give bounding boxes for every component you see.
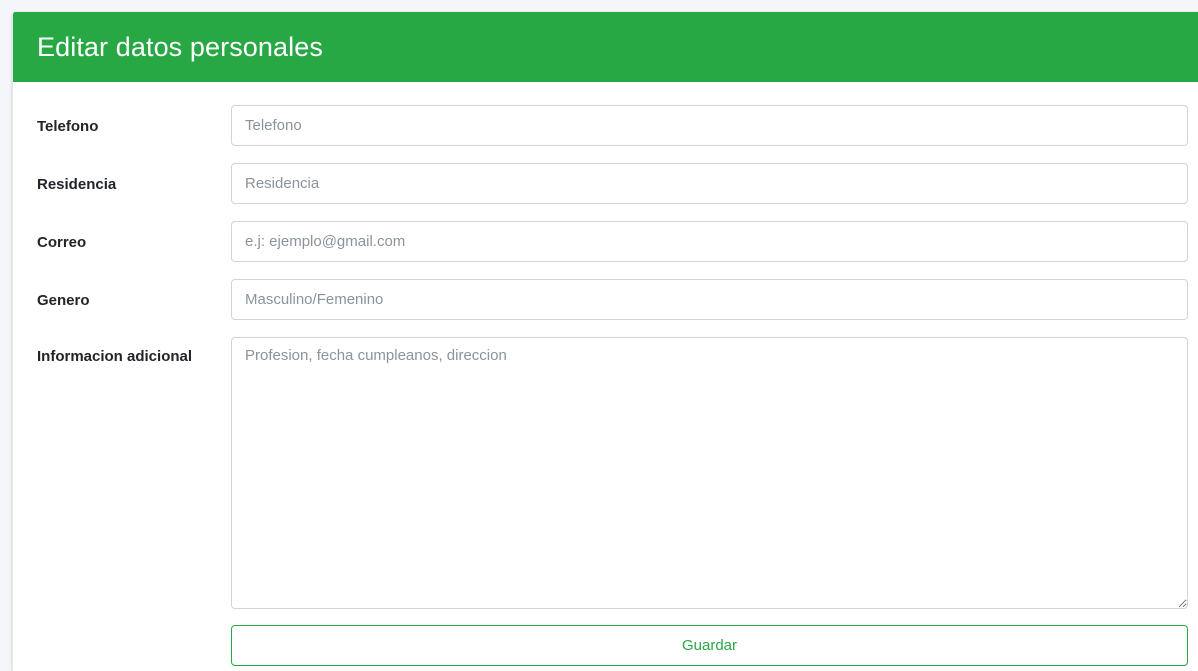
email-input[interactable] [231,221,1188,262]
gender-label: Genero [37,292,90,309]
additional-info-label: Informacion adicional [37,348,193,365]
residence-input[interactable] [231,163,1188,204]
card-header: Editar datos personales [13,12,1198,82]
residence-label: Residencia [37,176,117,193]
additional-info-textarea[interactable] [231,337,1188,609]
email-label: Correo [37,234,87,251]
phone-label: Telefono [37,118,99,135]
gender-input[interactable] [231,279,1188,320]
save-button[interactable]: Guardar [231,625,1188,666]
edit-personal-data-card: Editar datos personales Telefono Residen… [12,12,1198,671]
phone-input[interactable] [231,105,1188,146]
page-title: Editar datos personales [37,31,323,62]
